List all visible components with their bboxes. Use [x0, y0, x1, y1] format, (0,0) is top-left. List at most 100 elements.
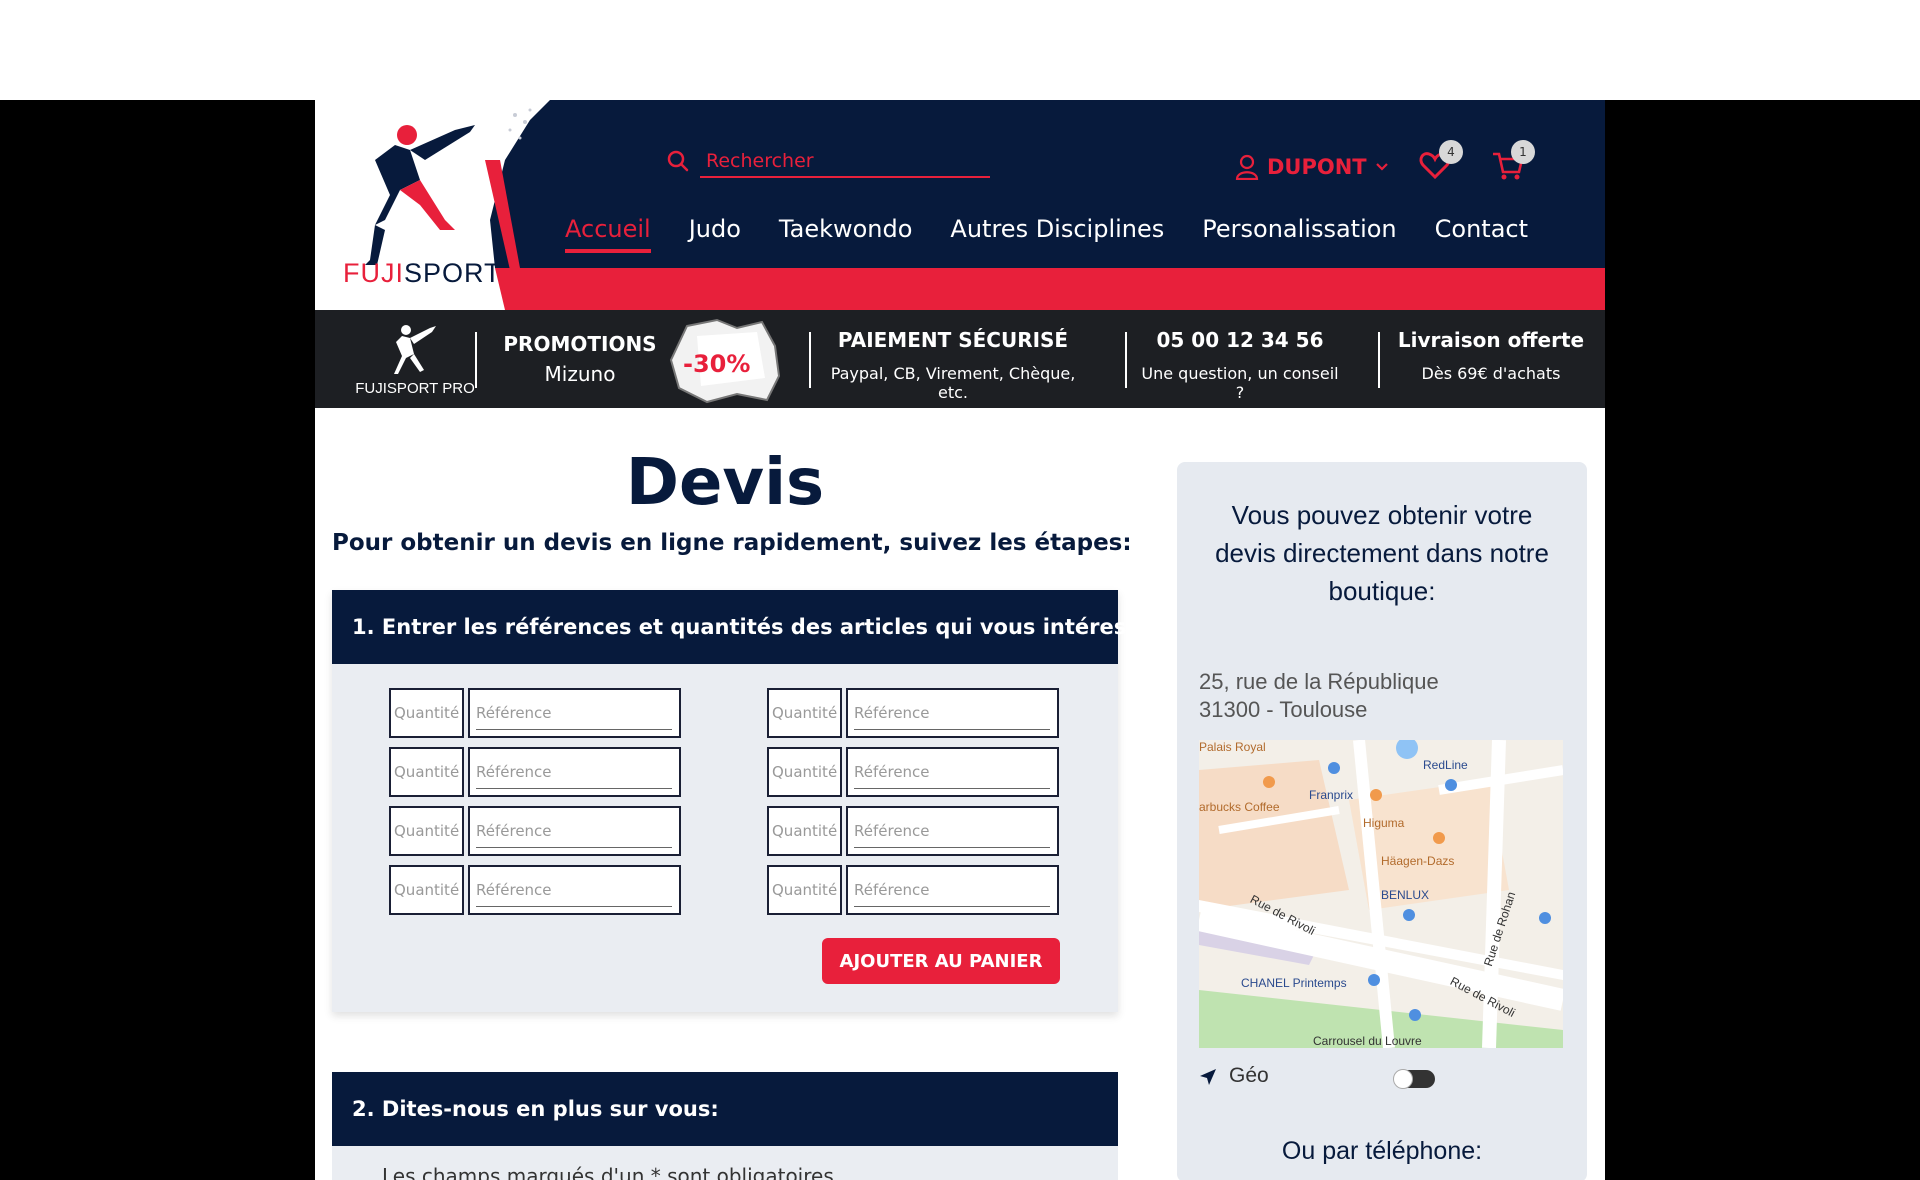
quantity-input[interactable] — [391, 749, 462, 795]
address-line: 25, rue de la République — [1199, 669, 1439, 694]
nav-item-contact[interactable]: Contact — [1435, 215, 1528, 253]
nav-item-accueil[interactable]: Accueil — [565, 215, 651, 253]
quantity-input[interactable] — [769, 749, 840, 795]
address-line: 31300 - Toulouse — [1199, 697, 1368, 722]
reference-input[interactable] — [854, 873, 1050, 907]
page-title: Devis — [625, 446, 825, 520]
store-title-line: Vous pouvez obtenir votre — [1231, 500, 1533, 530]
quantity-field[interactable] — [389, 865, 464, 915]
step1-panel: 1. Entrer les références et quantités de… — [332, 590, 1194, 1012]
divider — [809, 332, 811, 388]
quantity-field[interactable] — [767, 806, 842, 856]
store-devis-title: Vous pouvez obtenir votre devis directem… — [1197, 496, 1567, 610]
store-address: 25, rue de la République 31300 - Toulous… — [1199, 668, 1439, 724]
user-account-menu[interactable]: DUPONT — [1235, 150, 1389, 184]
promotions-title[interactable]: PROMOTIONS — [500, 332, 660, 356]
reference-field[interactable] — [846, 865, 1059, 915]
location-arrow-icon — [1200, 1069, 1216, 1085]
quantity-input[interactable] — [391, 867, 462, 913]
chevron-down-icon — [1375, 163, 1388, 171]
promo-strip: FUJISPORT PRO PROMOTIONS Mizuno -30% PAI… — [315, 310, 1605, 408]
cart-count-badge: 1 — [1511, 140, 1535, 164]
nav-item-judo[interactable]: Judo — [689, 215, 741, 253]
quantity-input[interactable] — [769, 867, 840, 913]
payment-info: PAIEMENT SÉCURISÉ Paypal, CB, Virement, … — [815, 328, 1091, 402]
reference-input[interactable] — [476, 696, 672, 730]
reference-input[interactable] — [476, 873, 672, 907]
quantity-field[interactable] — [767, 747, 842, 797]
reference-field[interactable] — [846, 806, 1059, 856]
browser-top-area — [0, 0, 1920, 100]
add-to-cart-button[interactable]: AJOUTER AU PANIER — [822, 938, 1060, 984]
payment-methods: Paypal, CB, Virement, Chèque, etc. — [830, 364, 1076, 402]
logo-wordmark: FUJISPORT — [343, 258, 502, 289]
reference-field[interactable] — [846, 747, 1059, 797]
phone-info: 05 00 12 34 56 Une question, un conseil … — [1137, 328, 1343, 402]
user-name: DUPONT — [1267, 155, 1367, 179]
map-label-starbucks: arbucks Coffee — [1199, 800, 1280, 814]
reference-input[interactable] — [476, 755, 672, 789]
map-label-redline: RedLine — [1423, 758, 1468, 772]
quantity-field[interactable] — [767, 688, 842, 738]
store-title-line: devis directement dans notre — [1215, 538, 1549, 568]
search-icon[interactable] — [665, 148, 691, 174]
quantity-input[interactable] — [391, 690, 462, 736]
nav-item-autres-disciplines[interactable]: Autres Disciplines — [950, 215, 1164, 253]
phone-subtitle: Une question, un conseil ? — [1141, 364, 1339, 402]
map-label-higuma: Higuma — [1363, 816, 1405, 830]
reference-field[interactable] — [468, 747, 681, 797]
map-label-benlux: BENLUX — [1381, 888, 1430, 902]
toggle-knob — [1393, 1069, 1413, 1089]
quantity-field[interactable] — [389, 747, 464, 797]
pro-label: FUJISPORT PRO — [355, 380, 475, 397]
reference-field[interactable] — [468, 688, 681, 738]
wishlist-count-badge: 4 — [1439, 140, 1463, 164]
intro-text: Pour obtenir un devis en ligne rapidemen… — [332, 530, 1132, 556]
fujisport-logo[interactable]: FUJISPORT — [315, 100, 555, 310]
quantity-input[interactable] — [769, 690, 840, 736]
main-navigation: Accueil Judo Taekwondo Autres Discipline… — [565, 215, 1528, 253]
geo-toggle[interactable] — [1393, 1069, 1435, 1089]
step2-title: 2. Dites-nous en plus sur vous: — [332, 1072, 1118, 1146]
delivery-title: Livraison offerte — [1397, 328, 1585, 352]
reference-field[interactable] — [468, 806, 681, 856]
discount-label: -30% — [683, 350, 751, 378]
quantity-input[interactable] — [391, 808, 462, 854]
search-bar — [665, 144, 991, 180]
store-sidebar: Vous pouvez obtenir votre devis directem… — [1177, 462, 1587, 1180]
phone-section-title: Ou par téléphone: — [1281, 1137, 1483, 1165]
reference-input[interactable] — [854, 755, 1050, 789]
divider — [475, 332, 477, 388]
step1-title: 1. Entrer les références et quantités de… — [332, 590, 1194, 664]
map-label-franprix: Franprix — [1309, 788, 1354, 802]
search-input[interactable] — [700, 146, 990, 178]
quantity-field[interactable] — [389, 688, 464, 738]
fighter-icon — [394, 325, 436, 374]
nav-item-personalissation[interactable]: Personalissation — [1202, 215, 1396, 253]
website: FUJISPORT DUPONT 4 — [315, 100, 1605, 1180]
step2-panel: 2. Dites-nous en plus sur vous: Les cham… — [332, 1072, 1118, 1180]
wishlist-button[interactable]: 4 — [1419, 140, 1463, 186]
reference-input[interactable] — [854, 814, 1050, 848]
store-title-line: boutique: — [1328, 576, 1436, 606]
logo-word-sport: SPORT — [404, 258, 502, 288]
reference-field[interactable] — [468, 865, 681, 915]
store-map[interactable]: Palais Royal arbucks Coffee Franprix Red… — [1199, 740, 1563, 1048]
site-header: FUJISPORT DUPONT 4 — [315, 100, 1605, 310]
map-label-haagen-dazs: Häagen-Dazs — [1381, 854, 1455, 868]
geo-label: Géo — [1229, 1064, 1269, 1087]
reference-input[interactable] — [854, 696, 1050, 730]
cart-button[interactable]: 1 — [1491, 140, 1535, 186]
quantity-input[interactable] — [769, 808, 840, 854]
logo-word-fuji: FUJI — [343, 258, 404, 288]
payment-title: PAIEMENT SÉCURISÉ — [837, 328, 1069, 352]
phone-number[interactable]: 05 00 12 34 56 — [1137, 328, 1343, 352]
promotions-brand[interactable]: Mizuno — [500, 362, 660, 386]
reference-input[interactable] — [476, 814, 672, 848]
quantity-field[interactable] — [767, 865, 842, 915]
reference-field[interactable] — [846, 688, 1059, 738]
nav-item-taekwondo[interactable]: Taekwondo — [779, 215, 913, 253]
quantity-field[interactable] — [389, 806, 464, 856]
divider — [1125, 332, 1127, 388]
fujisport-pro-logo[interactable]: FUJISPORT PRO — [340, 318, 490, 402]
